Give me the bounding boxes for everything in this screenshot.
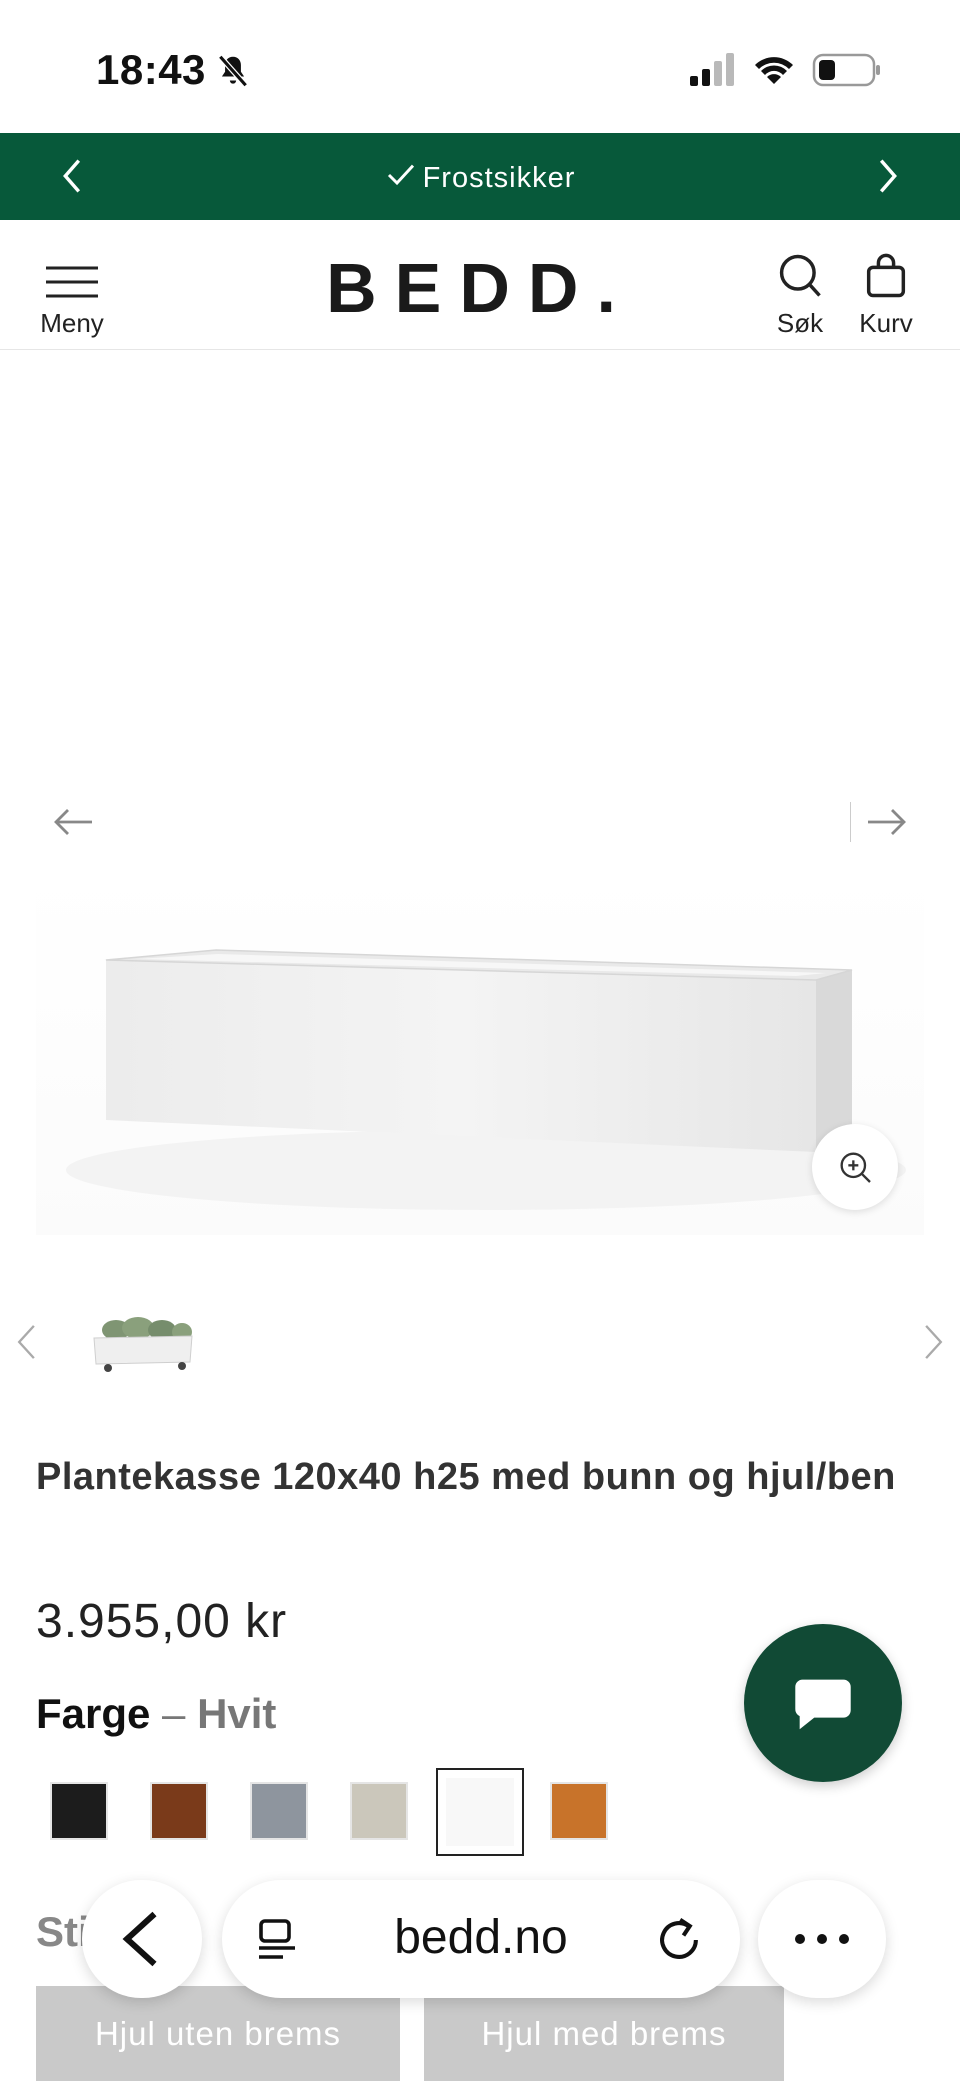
swatch-brown[interactable] [150,1782,208,1840]
cart-button[interactable]: Kurv [852,250,920,339]
cart-label: Kurv [859,308,913,338]
swatch-black[interactable] [50,1782,108,1840]
color-value: Hvit [197,1690,277,1737]
chevron-left-icon [122,1911,157,1967]
chat-bubble-icon [795,1679,851,1730]
product-image[interactable] [36,870,924,1235]
bell-slash-icon [218,54,248,88]
thumbnail-strip [0,1290,960,1390]
browser-address-bar[interactable]: bedd.no [222,1880,740,1998]
option-wheels-without-brake[interactable]: Hjul uten brems [36,1986,400,2081]
arrow-left-icon[interactable] [50,798,98,846]
site-header: Meny BEDD. Søk Kurv [0,220,960,350]
option-wheels-with-brake[interactable]: Hjul med brems [424,1986,784,2081]
chevron-left-icon[interactable] [10,1320,46,1364]
swatch-orange[interactable] [550,1782,608,1840]
battery-icon [812,53,880,87]
color-label: Farge [36,1690,151,1737]
browser-more-button[interactable] [758,1880,886,1998]
check-icon [387,164,414,186]
chevron-right-icon[interactable] [864,153,910,199]
swatch-white[interactable] [436,1768,524,1856]
announcement-bar: Frostsikker [0,133,960,220]
product-title: Plantekasse 120x40 h25 med bunn og hjul/… [36,1456,896,1498]
cellular-signal-icon [690,53,734,86]
more-dots-icon [795,1934,849,1944]
zoom-in-icon [840,1152,871,1183]
product-gallery [0,350,960,1250]
announcement-message: Frostsikker [0,159,960,195]
zoom-button[interactable] [812,1124,898,1210]
color-swatches [36,1768,736,1860]
swatch-grey[interactable] [250,1782,308,1840]
color-separator: – [162,1690,186,1737]
clock: 18:43 [96,46,206,93]
arrow-right-icon[interactable] [862,798,910,846]
search-icon [779,254,821,297]
reload-icon[interactable] [652,1912,706,1968]
divider [850,802,851,842]
status-bar: 18:43 [0,0,960,133]
swatch-beige[interactable] [350,1782,408,1840]
search-button[interactable]: Søk [770,250,830,339]
product-thumbnail[interactable] [86,1302,196,1382]
search-label: Søk [776,308,824,338]
product-price: 3.955,00 kr [36,1595,288,1648]
color-selector-label: Farge – Hvit [36,1690,276,1738]
announcement-text: Frostsikker [422,162,576,194]
wifi-icon [755,57,793,84]
planter-box-image [66,949,906,1210]
browser-back-button[interactable] [82,1880,202,1998]
chat-button[interactable] [744,1624,902,1782]
chevron-right-icon[interactable] [914,1320,950,1364]
shopping-bag-icon [866,253,906,298]
